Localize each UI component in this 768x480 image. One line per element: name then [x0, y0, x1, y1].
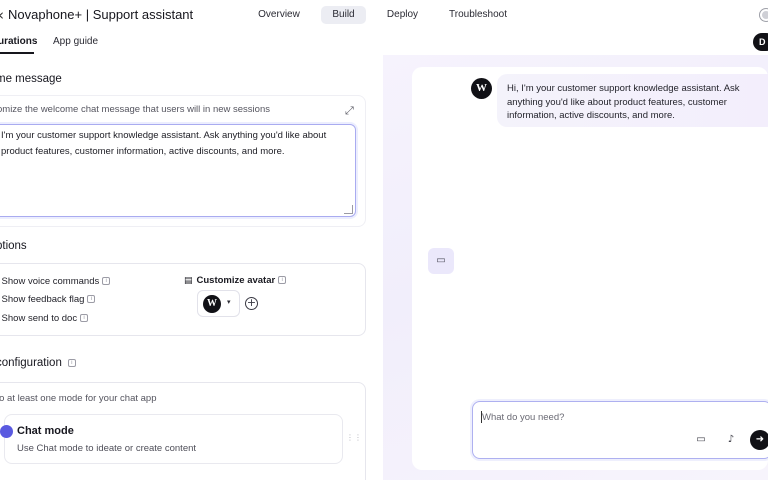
- chevron-down-icon: ▾: [227, 298, 231, 306]
- top-bar: ‹ Novaphone+ | Support assistant Overvie…: [0, 0, 768, 30]
- configuration-hint: lo at least one mode for your chat app: [0, 393, 157, 404]
- resize-grip-icon[interactable]: [344, 205, 353, 214]
- option-show-feedback-flag[interactable]: ·Show feedback flagi: [0, 294, 96, 305]
- tab-deploy[interactable]: Deploy: [379, 6, 426, 24]
- chat-mode-radio[interactable]: [0, 425, 13, 438]
- option-label: Show voice commands: [1, 276, 100, 287]
- feedback-icon[interactable]: ▭: [693, 432, 709, 448]
- configuration-section-title: configuration i: [0, 357, 76, 369]
- app-title: Novaphone+ | Support assistant: [8, 7, 194, 22]
- tab-overview[interactable]: Overview: [248, 6, 310, 24]
- option-show-voice-commands[interactable]: ·Show voice commandsi: [0, 276, 111, 287]
- bot-message-bubble: Hi, I'm your customer support knowledge …: [497, 74, 768, 127]
- customize-avatar-label: ▤ Customize avatar i: [184, 275, 287, 286]
- chat-icon[interactable]: ▭: [428, 248, 454, 274]
- welcome-message-input[interactable]: [0, 124, 356, 217]
- subtab-configurations[interactable]: urations: [0, 36, 37, 47]
- microphone-icon[interactable]: ♪: [723, 432, 739, 448]
- welcome-hint: omize the welcome chat message that user…: [0, 104, 270, 115]
- drag-handle-icon[interactable]: ⋮⋮: [346, 433, 362, 442]
- chat-input[interactable]: [482, 409, 682, 425]
- option-label: Show feedback flag: [1, 294, 85, 305]
- chat-mode-title: Chat mode: [17, 425, 74, 437]
- avatar-preview: W: [203, 295, 221, 313]
- option-show-send-to-doc[interactable]: ·Show send to doci: [0, 313, 89, 324]
- active-subtab-indicator: [0, 52, 34, 54]
- welcome-section-title: me message: [0, 73, 62, 85]
- info-icon[interactable]: i: [67, 358, 76, 367]
- tab-troubleshoot[interactable]: Troubleshoot: [443, 6, 513, 24]
- account-menu-button[interactable]: D: [753, 33, 768, 51]
- avatar-picker[interactable]: W ▾: [197, 290, 240, 317]
- info-icon[interactable]: i: [80, 314, 89, 323]
- chat-mode-card[interactable]: [4, 414, 343, 464]
- bot-avatar: W: [471, 78, 492, 99]
- option-label: Show send to doc: [1, 313, 78, 324]
- tab-build[interactable]: Build: [321, 6, 366, 24]
- avatar-settings-icon: ▤: [184, 276, 193, 286]
- chat-mode-description: Use Chat mode to ideate or create conten…: [17, 443, 197, 454]
- expand-icon[interactable]: ⤢: [345, 105, 357, 117]
- subtab-app-guide[interactable]: App guide: [53, 36, 98, 47]
- info-icon[interactable]: i: [87, 295, 96, 304]
- chevron-left-icon[interactable]: ‹: [0, 6, 4, 24]
- send-button[interactable]: ➜: [750, 430, 768, 450]
- user-avatar[interactable]: [760, 9, 768, 21]
- configuration-title-text: configuration: [0, 357, 62, 369]
- info-icon[interactable]: i: [102, 277, 111, 286]
- add-avatar-button[interactable]: +: [245, 297, 258, 310]
- chat-composer: ▭ ♪ ➜: [472, 401, 768, 459]
- info-icon[interactable]: i: [278, 276, 287, 285]
- options-section-title: ptions: [0, 240, 27, 252]
- customize-avatar-text: Customize avatar: [196, 275, 276, 286]
